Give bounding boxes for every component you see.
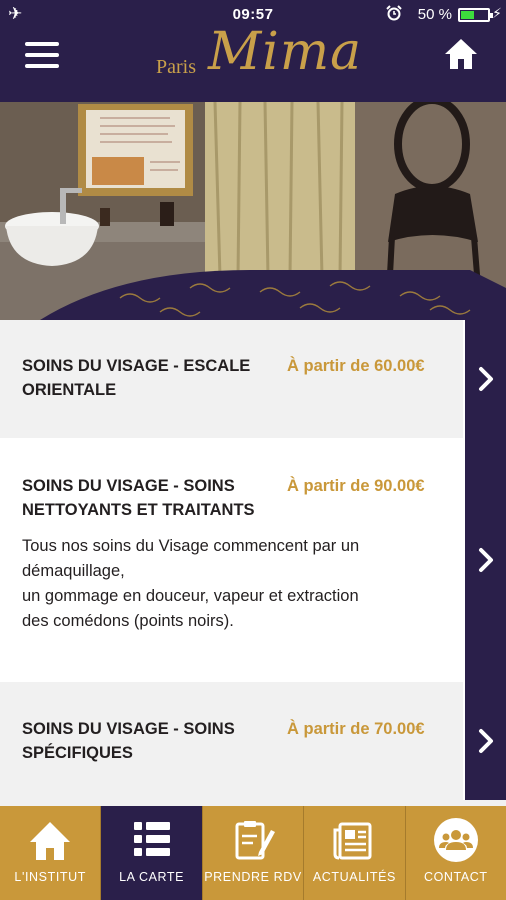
item-arrow-button[interactable] [465,438,506,682]
list-item-body[interactable]: SOINS DU VISAGE - ESCALE ORIENTALE À par… [0,320,463,438]
tab-label: CONTACT [423,870,488,884]
item-description-line: des comédons (points noirs). [22,612,234,630]
item-description-line: un gommage en douceur, vapeur et extract… [22,587,359,605]
item-price: À partir de 60.00€ [287,357,425,375]
item-description-line: Tous nos soins du Visage commencent par … [22,537,360,555]
item-price: À partir de 70.00€ [287,720,425,738]
item-price: À partir de 90.00€ [287,477,425,495]
list-item[interactable]: SOINS DU VISAGE - ESCALE ORIENTALE À par… [0,320,506,438]
item-description-line: démaquillage, [22,562,125,580]
item-title: SOINS DU VISAGE - SOINS NETTOYANTS ET TR… [22,477,255,519]
newspaper-icon [333,822,372,860]
chevron-right-icon [479,729,493,753]
item-arrow-button[interactable] [465,320,506,438]
spa-room-photo [0,102,506,320]
tab-actualites[interactable]: ACTUALITÉS [304,806,406,900]
battery-icon [458,8,493,22]
bottom-nav: L'INSTITUT LA CARTE PRENDRE RDV ACTUALIT… [0,806,506,900]
clipboard-pen-icon [235,821,276,860]
tab-la-carte[interactable]: LA CARTE [101,806,203,900]
battery-percent: 50 % [417,6,452,23]
tab-label: L'INSTITUT [14,870,86,884]
hamburger-menu-icon[interactable] [25,42,59,70]
item-title: SOINS DU VISAGE - SOINS SPÉCIFIQUES [22,720,235,762]
tab-label: ACTUALITÉS [312,870,396,884]
tab-label: LA CARTE [119,870,185,884]
chevron-right-icon [479,367,493,391]
list-item[interactable]: SOINS DU VISAGE - SOINS NETTOYANTS ET TR… [0,438,506,682]
item-title: SOINS DU VISAGE - ESCALE ORIENTALE [22,357,251,399]
tab-prendre-rdv[interactable]: PRENDRE RDV [203,806,305,900]
chevron-right-icon [479,548,493,572]
logo-paris-text: Paris [156,56,196,78]
brand-logo: Paris Mima [156,16,361,82]
house-icon [30,822,71,860]
tab-contact[interactable]: CONTACT [406,806,506,900]
charging-bolt-icon: ⚡ [492,5,502,21]
list-item-body[interactable]: SOINS DU VISAGE - SOINS SPÉCIFIQUES À pa… [0,682,463,800]
tab-institut[interactable]: L'INSTITUT [0,806,102,900]
list-item-body[interactable]: SOINS DU VISAGE - SOINS NETTOYANTS ET TR… [0,438,463,682]
group-icon [433,818,478,862]
logo-mima-text: Mima [208,22,363,82]
item-description: Tous nos soins du Visage commencent par … [22,534,442,634]
home-icon[interactable] [442,36,480,72]
app-header: Paris Mima [0,22,506,102]
list-icon [133,822,170,856]
list-item[interactable]: SOINS DU VISAGE - SOINS SPÉCIFIQUES À pa… [0,682,506,800]
tab-label: PRENDRE RDV [204,870,302,884]
item-arrow-button[interactable] [465,682,506,800]
alarm-icon [386,5,402,21]
